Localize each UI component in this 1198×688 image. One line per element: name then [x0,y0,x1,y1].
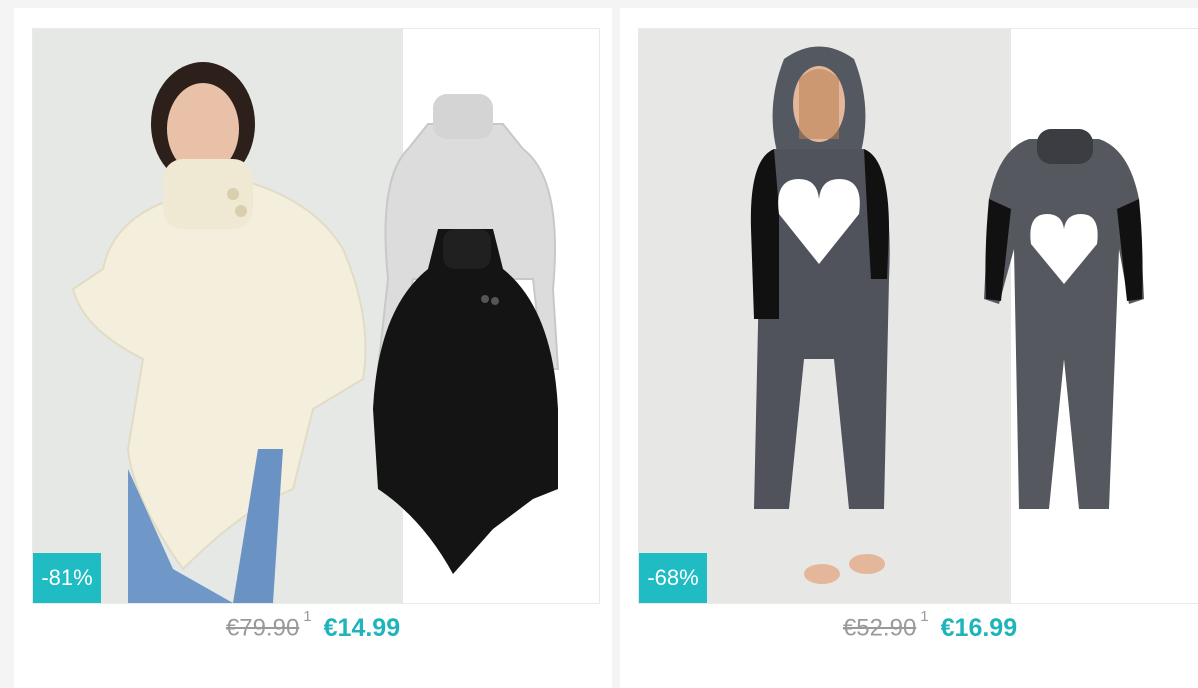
price-row: €79.90 1 €14.99 [14,608,612,643]
discount-badge: -68% [639,553,707,603]
poncho-sweater-image [33,29,599,603]
price-footnote: 1 [920,608,929,625]
old-price: €79.90 [225,614,300,642]
product-image-onesie[interactable]: -68% [638,28,1198,604]
price-row: €52.90 1 €16.99 [620,608,1198,643]
price-footnote: 1 [303,608,312,625]
onesie-pajama-image [639,29,1198,603]
sale-price: €16.99 [940,614,1018,642]
product-card[interactable]: -81% €79.90 1 €14.99 [14,8,612,688]
product-image-poncho[interactable]: -81% [32,28,600,604]
product-card[interactable]: -68% €52.90 1 €16.99 [620,8,1198,688]
discount-badge: -81% [33,553,101,603]
old-price: €52.90 [842,614,917,642]
sale-price: €14.99 [323,614,401,642]
